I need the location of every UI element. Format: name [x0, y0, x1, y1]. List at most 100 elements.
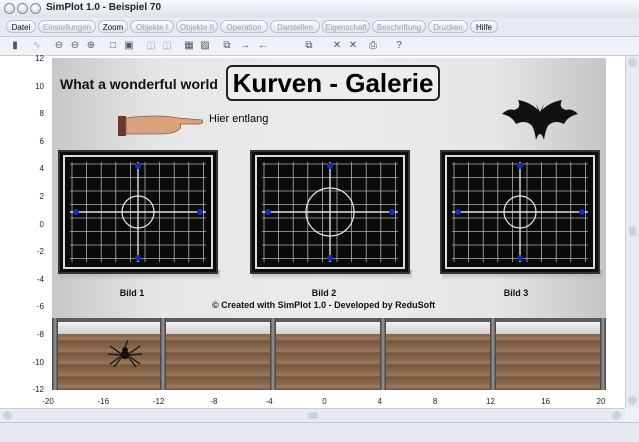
window-button-icon[interactable]	[17, 3, 28, 14]
scroll-right-icon[interactable]	[612, 411, 621, 420]
x-tick-label: 8	[432, 397, 438, 406]
x-tick-label: -12	[152, 397, 165, 406]
fence-panel	[166, 322, 270, 334]
y-tick-label: 12	[35, 54, 44, 63]
picture-caption: Bild 3	[503, 288, 529, 298]
pointing-hand-icon	[118, 115, 204, 136]
axis-end-dot	[135, 255, 141, 261]
x-tick-label: -8	[210, 397, 218, 406]
menu-beschriftung[interactable]: Beschriftung	[372, 20, 426, 33]
copy-right-icon[interactable]: ⧉	[220, 39, 234, 53]
copyright-text: © Created with SimPlot 1.0 - Developed b…	[212, 300, 436, 310]
settings-a-icon[interactable]: ◫	[144, 39, 158, 53]
axis-end-dot	[455, 209, 461, 215]
y-tick-label: 4	[39, 164, 44, 174]
axis-end-dot	[265, 209, 271, 215]
x-tick-label: -4	[265, 397, 273, 406]
y-tick-label: 0	[39, 219, 44, 229]
arrow-right-icon[interactable]: →	[238, 39, 252, 53]
delete-a-icon[interactable]: ✕	[330, 39, 344, 53]
y-tick-label: 10	[35, 81, 44, 91]
fence-post	[600, 318, 606, 390]
y-tick-label: 2	[39, 192, 44, 201]
menu-objekte-2[interactable]: Objekte II	[176, 20, 218, 33]
x-tick-label: 4	[377, 397, 383, 406]
y-tick-label: -12	[32, 385, 44, 395]
x-tick-label: 16	[541, 397, 551, 406]
exit-icon[interactable]: ▮	[8, 39, 22, 53]
zoom-in-icon[interactable]: ⊕	[84, 39, 98, 53]
menu-operation[interactable]: Operation	[220, 20, 268, 33]
fence-panel	[276, 322, 380, 334]
menu-hilfe[interactable]: Hilfe	[470, 20, 498, 33]
window-button-icon[interactable]	[4, 3, 15, 14]
layers-icon[interactable]: ▨	[198, 39, 212, 53]
gallery-header-text: What a wonderful world	[60, 76, 218, 92]
menu-zoom[interactable]: Zoom	[98, 20, 128, 33]
zoom-icon[interactable]: ⊖	[52, 39, 66, 53]
window-button-icon[interactable]	[30, 3, 41, 14]
horizontal-scroll-thumb[interactable]	[308, 412, 318, 419]
delete-b-icon[interactable]: ✕	[346, 39, 360, 53]
fence-post	[380, 318, 386, 390]
picture-caption: Bild 2	[311, 288, 337, 298]
axis-end-dot	[327, 163, 333, 169]
window-title: SimPlot 1.0 - Beispiel 70	[46, 2, 162, 13]
fence-panel	[496, 322, 600, 334]
bat-icon	[502, 100, 578, 140]
x-tick-label: 0	[322, 397, 327, 406]
title-bar: SimPlot 1.0 - Beispiel 70	[0, 0, 639, 19]
fence-panel	[386, 322, 490, 334]
square-icon[interactable]: □	[106, 39, 120, 53]
fence-panel	[56, 322, 160, 334]
horizontal-scrollbar[interactable]	[0, 408, 625, 423]
picture-frame-2	[250, 150, 410, 274]
menu-bar: Datei Einstellungen Zoom Objekte I Objek…	[0, 18, 639, 37]
x-tick-label: 20	[596, 397, 606, 406]
fence-post	[270, 318, 276, 390]
table-icon[interactable]: ▦	[182, 39, 196, 53]
menu-eigenschaft[interactable]: Eigenschaft	[322, 20, 370, 33]
print-icon[interactable]: ⎙	[366, 39, 380, 53]
fence-post	[490, 318, 496, 390]
x-tick-label: -20	[42, 397, 54, 406]
picture-caption: Bild 1	[119, 288, 145, 298]
gallery-image: What a wonderful world Kurven - Galerie …	[52, 58, 606, 390]
arrow-left-icon[interactable]: ←	[256, 39, 270, 53]
settings-b-icon[interactable]: ◫	[160, 39, 174, 53]
axis-end-dot	[517, 255, 523, 261]
axis-end-dot	[135, 163, 141, 169]
y-tick-label: -8	[36, 330, 44, 339]
status-bar	[0, 422, 639, 442]
grid-toggle-icon[interactable]: ▣	[122, 39, 136, 53]
axis-end-dot	[517, 163, 523, 169]
menu-darstellen[interactable]: Darstellen	[270, 20, 320, 33]
scroll-left-icon[interactable]	[3, 411, 12, 420]
vertical-scroll-thumb[interactable]	[629, 226, 636, 236]
y-tick-label: 8	[39, 109, 44, 119]
zoom-out-icon[interactable]: ⊖	[68, 39, 82, 53]
pages-icon[interactable]: ⧉	[302, 39, 316, 53]
scroll-up-icon[interactable]	[628, 58, 637, 67]
picture-frame-1	[58, 150, 218, 274]
x-tick-label: -16	[97, 397, 110, 406]
y-tick-label: -4	[36, 274, 44, 284]
toolbar: ▮ ∿ ⊖ ⊖ ⊕ □ ▣ ◫ ◫ ▦ ▨ ⧉ → ← ⧉ ✕ ✕ ⎙?	[0, 37, 639, 56]
y-tick-label: 6	[39, 136, 44, 146]
menu-objekte-1[interactable]: Objekte I	[130, 20, 174, 33]
axis-end-dot	[579, 209, 585, 215]
axis-end-dot	[197, 209, 203, 215]
pointer-label: Hier entlang	[209, 113, 269, 125]
curve-icon[interactable]: ∿	[30, 39, 44, 53]
axis-end-dot	[73, 209, 79, 215]
menu-datei[interactable]: Datei	[6, 20, 36, 33]
menu-einstellungen[interactable]: Einstellungen	[38, 20, 96, 33]
menu-drucken[interactable]: Drucken	[428, 20, 468, 33]
gallery-title: Kurven - Galerie	[226, 65, 440, 101]
spider-icon	[108, 340, 142, 368]
axis-end-dot	[327, 255, 333, 261]
scroll-down-icon[interactable]	[628, 396, 637, 405]
vertical-scrollbar[interactable]	[625, 56, 639, 408]
y-tick-label: -6	[36, 302, 44, 312]
help-icon[interactable]: ?	[392, 39, 406, 53]
